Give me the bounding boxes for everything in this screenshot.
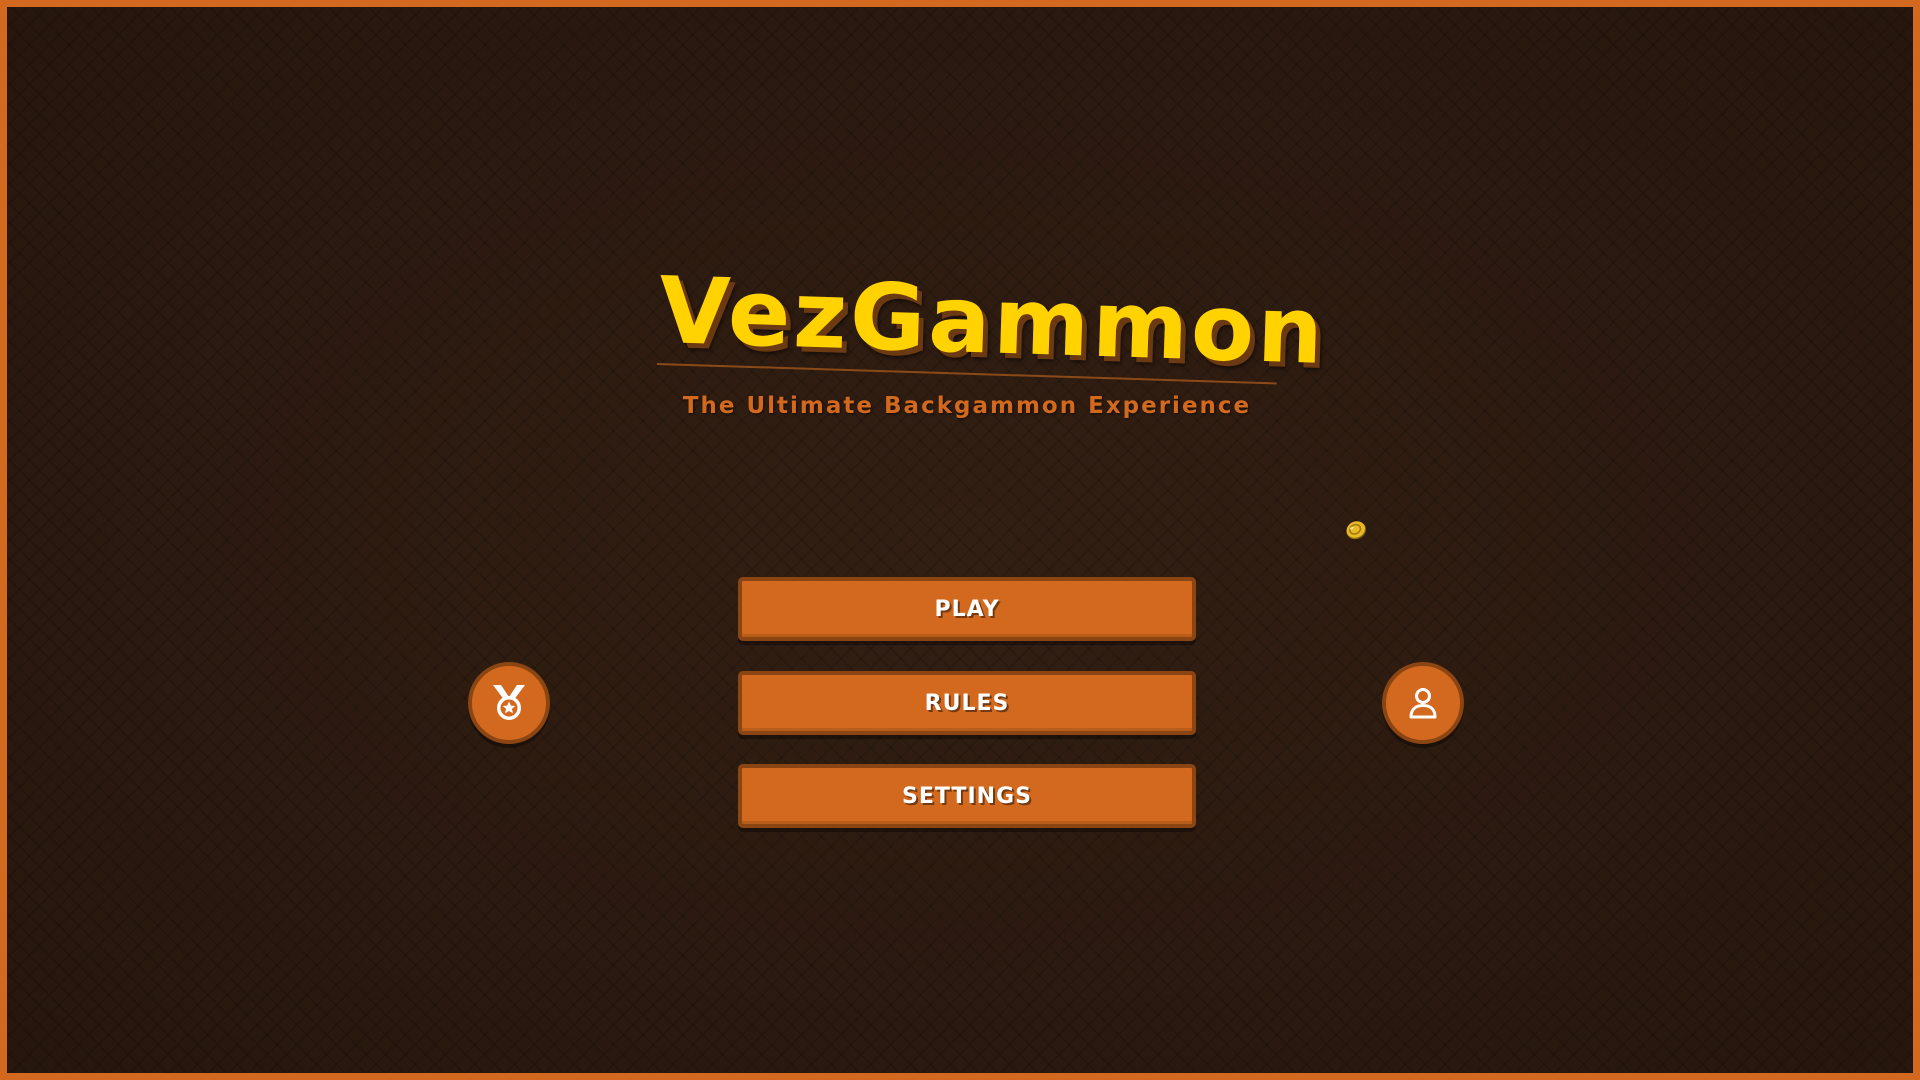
game-subtitle: The Ultimate Backgammon Experience: [682, 393, 1252, 419]
medal-icon: [493, 685, 525, 720]
settings-button[interactable]: SETTINGS: [738, 764, 1196, 828]
play-button[interactable]: PLAY: [738, 577, 1196, 641]
profile-button[interactable]: [1382, 662, 1464, 744]
gold-coin-icon: [1346, 521, 1366, 540]
main-menu-screen: VezGammon The Ultimate Backgammon Experi…: [0, 0, 1920, 1080]
title-block: VezGammon: [647, 247, 1327, 387]
rules-button[interactable]: RULES: [738, 671, 1196, 735]
user-profile-icon: [1409, 688, 1437, 719]
achievements-button[interactable]: [468, 662, 550, 744]
